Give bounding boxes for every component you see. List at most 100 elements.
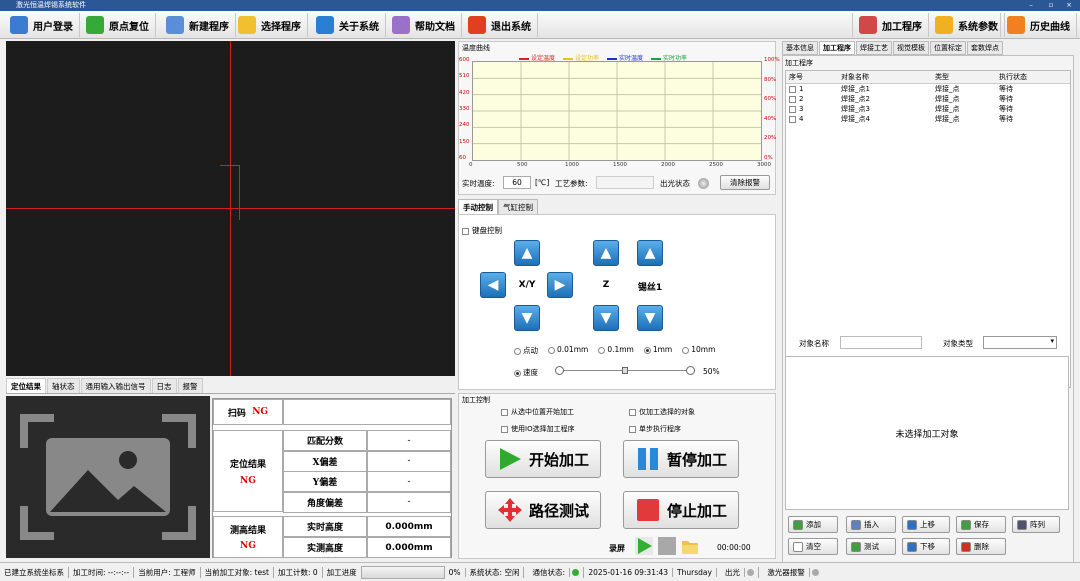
step-mode-radio-0[interactable] bbox=[514, 347, 521, 355]
tab-log[interactable]: 日志 bbox=[151, 378, 177, 393]
toolbar-btn-0[interactable]: 用户登录 bbox=[4, 13, 80, 37]
toolbar-btn-1[interactable]: 原点复位 bbox=[80, 13, 156, 37]
start-process-button[interactable]: 开始加工 bbox=[485, 440, 601, 478]
speed-slider[interactable] bbox=[555, 366, 695, 375]
status-comm-label: 通信状态: bbox=[528, 567, 570, 577]
toolbar-btn-6[interactable]: 退出系统 bbox=[462, 13, 538, 37]
tab-vision-template[interactable]: 视觉模板 bbox=[893, 41, 929, 55]
toolbar-btn-2[interactable]: 新建程序 bbox=[160, 13, 236, 37]
y-minus-button[interactable]: ▼ bbox=[514, 305, 540, 331]
toolbar-btn-4[interactable]: 关于系统 bbox=[310, 13, 386, 37]
clear-alarm-button[interactable]: 清除报警 bbox=[720, 175, 770, 190]
row-checkbox[interactable] bbox=[789, 115, 796, 123]
step-mode-radio-3[interactable] bbox=[643, 346, 651, 354]
toolbar-right-btn-2[interactable]: 历史曲线 bbox=[1000, 13, 1077, 37]
opt-start-from-selected-checkbox[interactable] bbox=[501, 408, 508, 416]
minimize-button[interactable]: – bbox=[1022, 0, 1040, 11]
row-checkbox[interactable] bbox=[789, 105, 796, 113]
side-btn-0[interactable]: 添加 bbox=[788, 516, 838, 533]
side-btn-icon-3 bbox=[961, 519, 971, 530]
slider-thumb[interactable] bbox=[622, 367, 628, 374]
path-test-button[interactable]: 路径测试 bbox=[485, 491, 601, 529]
opt-io-select[interactable]: 使用IO选择加工程序 bbox=[501, 424, 575, 434]
toolbar-btn-5[interactable]: 帮助文档 bbox=[386, 13, 462, 37]
step-mode-0[interactable]: 点动 bbox=[514, 345, 538, 356]
height-key-1: 实测高度 bbox=[283, 537, 367, 558]
opt-single-step[interactable]: 单步执行程序 bbox=[629, 424, 681, 434]
tab-manual-control[interactable]: 手动控制 bbox=[458, 199, 498, 215]
record-stop-icon[interactable] bbox=[658, 537, 676, 555]
table-row[interactable]: 4 焊接_点4 焊接_点 等待 bbox=[786, 114, 1070, 124]
tab-locate-result[interactable]: 定位结果 bbox=[6, 378, 46, 393]
step-mode-2[interactable]: 0.1mm bbox=[598, 345, 634, 356]
tab-welding-process[interactable]: 焊接工艺 bbox=[856, 41, 892, 55]
stop-process-button[interactable]: 停止加工 bbox=[623, 491, 739, 529]
tab-cylinder-control[interactable]: 气缸控制 bbox=[498, 199, 538, 215]
wire-retract-button[interactable]: ▼ bbox=[637, 305, 663, 331]
scan-label-cell: 扫码 NG bbox=[213, 399, 283, 425]
wire-feed-button[interactable]: ▲ bbox=[637, 240, 663, 266]
step-mode-radio-4[interactable] bbox=[682, 346, 690, 354]
side-btn-1[interactable]: 插入 bbox=[846, 516, 896, 533]
col-type[interactable]: 类型 bbox=[932, 71, 996, 84]
process-param-field[interactable] bbox=[596, 176, 654, 189]
tab-set-points[interactable]: 套数焊点 bbox=[967, 41, 1003, 55]
camera-view[interactable] bbox=[6, 41, 455, 376]
side-btn-6[interactable]: 测试 bbox=[846, 538, 896, 555]
side-btn-8[interactable]: 删除 bbox=[956, 538, 1006, 555]
maximize-button[interactable]: ▫ bbox=[1042, 0, 1060, 11]
row-index-cell: 1 bbox=[786, 84, 838, 95]
col-state[interactable]: 执行状态 bbox=[996, 71, 1070, 84]
x-minus-button[interactable]: ◀ bbox=[480, 272, 506, 298]
keyboard-control-checkbox[interactable] bbox=[462, 227, 469, 235]
z-plus-button[interactable]: ▲ bbox=[593, 240, 619, 266]
status-count: 加工计数: 0 bbox=[274, 566, 323, 578]
step-mode-1[interactable]: 0.01mm bbox=[548, 345, 588, 356]
close-button[interactable]: × bbox=[1060, 0, 1078, 11]
col-name[interactable]: 对象名称 bbox=[838, 71, 932, 84]
object-name-input[interactable] bbox=[840, 336, 922, 349]
pause-process-button[interactable]: 暂停加工 bbox=[623, 440, 739, 478]
x-plus-button[interactable]: ▶ bbox=[547, 272, 573, 298]
table-row[interactable]: 3 焊接_点3 焊接_点 等待 bbox=[786, 104, 1070, 114]
step-mode-radio-2[interactable] bbox=[598, 346, 606, 354]
side-btn-7[interactable]: 下移 bbox=[902, 538, 950, 555]
toolbar-right-btn-1[interactable]: 系统参数 bbox=[928, 13, 1005, 37]
toolbar-right-btn-0[interactable]: 加工程序 bbox=[852, 13, 929, 37]
col-index[interactable]: 序号 bbox=[786, 71, 838, 84]
row-checkbox[interactable] bbox=[789, 85, 796, 93]
step-mode-label-1: 0.01mm bbox=[557, 345, 589, 354]
record-folder-icon[interactable] bbox=[681, 537, 699, 555]
opt-only-selected[interactable]: 仅加工选择的对象 bbox=[629, 407, 695, 417]
side-btn-4[interactable]: 阵列 bbox=[1012, 516, 1060, 533]
opt-start-from-selected[interactable]: 从选中位置开始加工 bbox=[501, 407, 574, 417]
z-minus-button[interactable]: ▼ bbox=[593, 305, 619, 331]
y-right-tick-0: 100% bbox=[764, 57, 780, 63]
opt-only-selected-checkbox[interactable] bbox=[629, 408, 636, 416]
tab-axis-state[interactable]: 轴状态 bbox=[47, 378, 80, 393]
row-checkbox[interactable] bbox=[789, 95, 796, 103]
step-mode-radio-1[interactable] bbox=[548, 346, 555, 354]
record-play-icon[interactable] bbox=[635, 537, 653, 555]
toolbar-btn-3[interactable]: 选择程序 bbox=[232, 13, 308, 37]
object-type-select[interactable]: ▾ bbox=[983, 336, 1057, 349]
step-mode-4[interactable]: 10mm bbox=[682, 345, 715, 356]
realtime-temp-field[interactable]: 60 bbox=[503, 176, 531, 189]
table-row[interactable]: 1 焊接_点1 焊接_点 等待 bbox=[786, 84, 1070, 95]
side-btn-2[interactable]: 上移 bbox=[902, 516, 950, 533]
y-plus-button[interactable]: ▲ bbox=[514, 240, 540, 266]
status-progress-bar bbox=[360, 565, 445, 579]
tab-position-calibration[interactable]: 位置标定 bbox=[930, 41, 966, 55]
tab-basic-info[interactable]: 基本信息 bbox=[782, 41, 818, 55]
opt-single-step-checkbox[interactable] bbox=[629, 425, 636, 433]
table-row[interactable]: 2 焊接_点2 焊接_点 等待 bbox=[786, 94, 1070, 104]
tab-process-program[interactable]: 加工程序 bbox=[819, 41, 855, 55]
step-mode-3[interactable]: 1mm bbox=[643, 345, 672, 356]
side-btn-3[interactable]: 保存 bbox=[956, 516, 1006, 533]
side-btn-5[interactable]: 清空 bbox=[788, 538, 838, 555]
tab-alarm[interactable]: 报警 bbox=[177, 378, 203, 393]
speed-radio[interactable] bbox=[514, 369, 521, 377]
tab-io-signals[interactable]: 通用输入输出信号 bbox=[80, 378, 151, 393]
opt-io-select-checkbox[interactable] bbox=[501, 425, 508, 433]
keyboard-control-option[interactable]: 键盘控制 bbox=[462, 225, 502, 236]
